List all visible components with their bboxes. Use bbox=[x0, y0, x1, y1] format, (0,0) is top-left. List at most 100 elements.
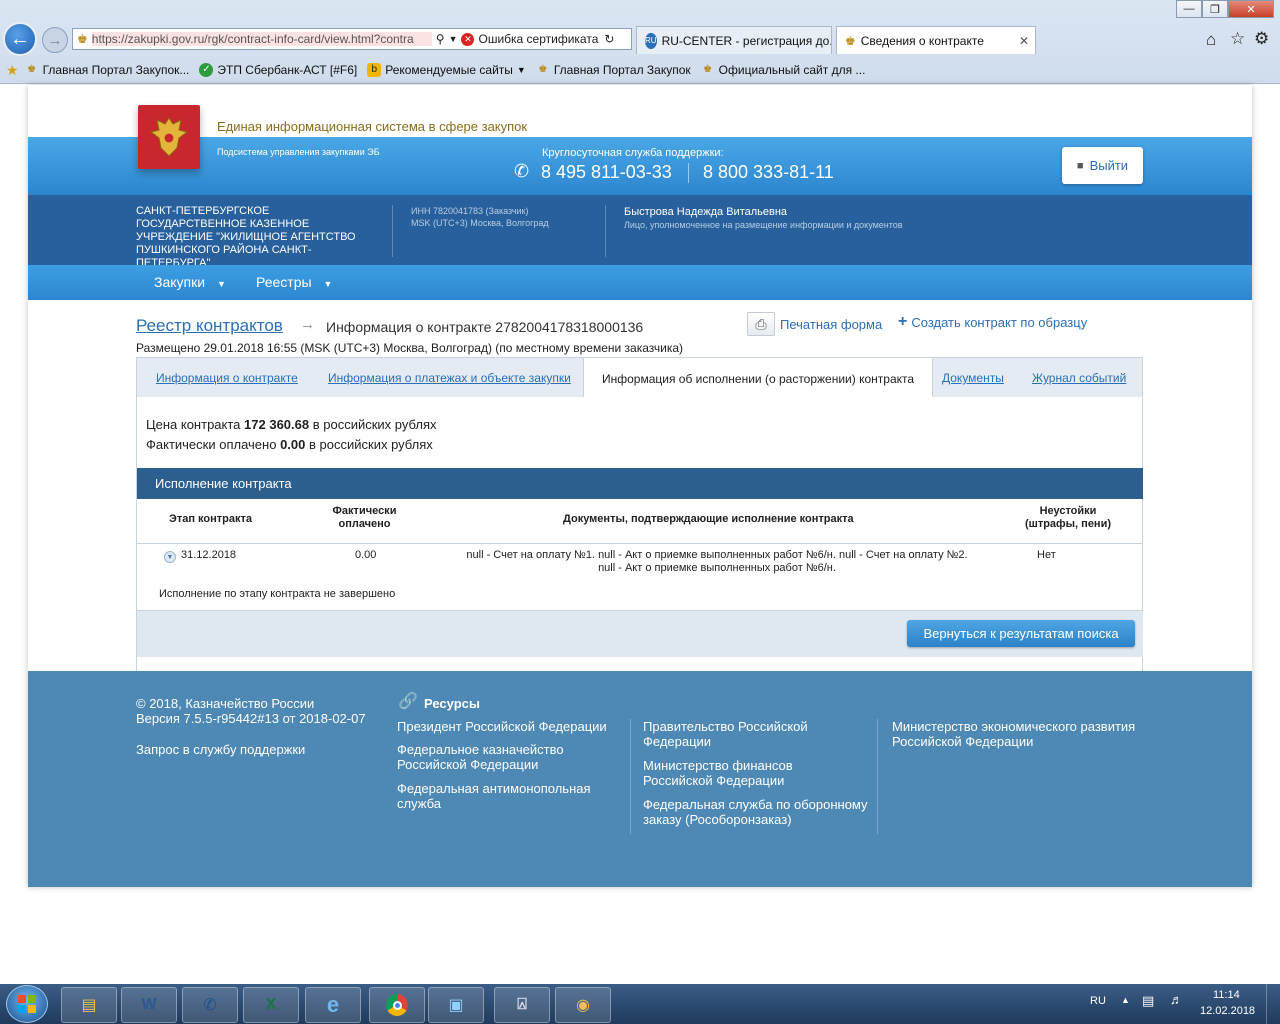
settings-gear-icon[interactable]: ⚙ bbox=[1254, 29, 1269, 49]
paint-icon[interactable]: ◉ bbox=[555, 987, 611, 1023]
favorite-item[interactable]: b Рекомендуемые сайты ▼ bbox=[367, 63, 526, 77]
favorites-star-icon[interactable]: ☆ bbox=[1230, 29, 1245, 49]
back-button[interactable]: ← bbox=[3, 22, 37, 56]
footer-link[interactable]: Министерство финансов Российской Федерац… bbox=[643, 758, 863, 788]
clock-date[interactable]: 12.02.2018 bbox=[1200, 1005, 1255, 1017]
home-icon[interactable]: ⌂ bbox=[1206, 30, 1216, 50]
sberbank-icon: ✓ bbox=[199, 63, 214, 77]
table-header: Этап контракта Фактически оплачено Докум… bbox=[137, 499, 1143, 544]
tab-payments-info[interactable]: Информация о платежах и объекте закупки bbox=[328, 358, 571, 398]
back-to-results-button[interactable]: Вернуться к результатам поиска bbox=[907, 620, 1135, 647]
footer-divider bbox=[877, 719, 878, 834]
user-name: Быстрова Надежда Витальевна bbox=[624, 206, 788, 218]
footer-link[interactable]: Министерство экономического развития Рос… bbox=[892, 719, 1142, 749]
dropdown-icon[interactable]: ▼ bbox=[449, 34, 458, 44]
main-menu: Закупки ▼ Реестры ▼ bbox=[28, 265, 1252, 300]
show-desktop-button[interactable] bbox=[1266, 984, 1280, 1024]
start-button[interactable] bbox=[6, 985, 48, 1023]
col-stage: Этап контракта bbox=[169, 513, 252, 525]
favorite-item[interactable]: ♚ Официальный сайт для ... bbox=[701, 63, 865, 77]
russia-emblem-logo bbox=[138, 105, 200, 169]
logout-button[interactable]: ■ Выйти bbox=[1062, 147, 1143, 184]
minimize-button[interactable]: — bbox=[1176, 0, 1202, 18]
tab-contract-info[interactable]: ♚ Сведения о контракте ✕ bbox=[836, 26, 1036, 54]
language-indicator[interactable]: RU bbox=[1090, 995, 1106, 1007]
volume-icon[interactable]: ♬ bbox=[1170, 992, 1183, 1007]
footer-link[interactable]: Федеральная антимонопольная служба bbox=[397, 781, 617, 811]
maximize-button[interactable]: ❐ bbox=[1202, 0, 1228, 18]
expand-row-icon[interactable]: ▼ bbox=[164, 551, 176, 563]
site-container: Единая информационная система в сфере за… bbox=[28, 85, 1252, 887]
emblem-icon: ♚ bbox=[845, 33, 856, 48]
contract-price-line: Цена контракта 172 360.68 в российских р… bbox=[146, 417, 437, 432]
footer-link[interactable]: Президент Российской Федерации bbox=[397, 719, 617, 734]
chevron-down-icon: ▼ bbox=[216, 279, 226, 289]
link-chain-icon: 🔗 bbox=[398, 693, 418, 710]
url-text[interactable]: https://zakupki.gov.ru/rgk/contract-info… bbox=[91, 32, 432, 46]
create-by-sample-link[interactable]: + Создать контракт по образцу bbox=[898, 313, 1087, 331]
org-divider bbox=[605, 205, 606, 257]
excel-icon[interactable]: X bbox=[243, 987, 299, 1023]
resources-heading: Ресурсы bbox=[424, 696, 480, 711]
refresh-icon[interactable]: ↻ bbox=[604, 32, 614, 46]
tab-contract-info[interactable]: Информация о контракте bbox=[156, 358, 298, 398]
tab-execution-info[interactable]: Информация об исполнении (о расторжении)… bbox=[583, 358, 934, 399]
org-timezone: MSK (UTC+3) Москва, Волгоград bbox=[411, 218, 549, 228]
cert-error-icon[interactable]: ✕ bbox=[461, 32, 475, 46]
favorite-item[interactable]: ♚ Главная Портал Закупок bbox=[536, 63, 690, 77]
network-icon[interactable]: ▤ bbox=[1142, 993, 1154, 1009]
close-window-button[interactable]: ✕ bbox=[1228, 0, 1274, 18]
tab-ru-center[interactable]: RU RU-CENTER - регистрация до... bbox=[636, 26, 832, 54]
row-stage: 31.12.2018 bbox=[181, 549, 237, 561]
chrome-icon[interactable] bbox=[369, 987, 425, 1023]
print-form-button[interactable]: ⎙ Печатная форма bbox=[747, 312, 882, 336]
menu-item-purchases[interactable]: Закупки ▼ bbox=[154, 274, 226, 290]
footer-link[interactable]: Правительство Российской Федерации bbox=[643, 719, 863, 749]
version: Версия 7.5.5-r95442#13 от 2018-02-07 bbox=[136, 711, 366, 726]
row-penalties: Нет bbox=[1037, 549, 1056, 561]
col-docs: Документы, подтверждающие исполнение кон… bbox=[563, 513, 854, 525]
breadcrumb-root-link[interactable]: Реестр контрактов bbox=[136, 316, 283, 336]
cert-error-text[interactable]: Ошибка сертификата bbox=[478, 32, 598, 46]
phone-app-icon[interactable]: ✆ bbox=[182, 987, 238, 1023]
site-header-band: Подсистема управления закупками ЭБ Кругл… bbox=[28, 137, 1252, 195]
row-docs-line2: null - Акт о приемке выполненных работ №… bbox=[598, 562, 836, 574]
image-viewer-icon[interactable]: ▣ bbox=[428, 987, 484, 1023]
bing-icon: b bbox=[367, 63, 382, 77]
clock-time[interactable]: 11:14 bbox=[1213, 989, 1240, 1001]
internet-explorer-icon[interactable]: e bbox=[305, 987, 361, 1023]
tab-event-log[interactable]: Журнал событий bbox=[1032, 358, 1126, 398]
footer-link[interactable]: Федеральная служба по оборонному заказу … bbox=[643, 797, 873, 827]
lock-icon: ■ bbox=[1076, 159, 1084, 172]
scanner-icon[interactable]: ⍓ bbox=[494, 987, 550, 1023]
search-icon[interactable]: ⚲ bbox=[436, 32, 445, 46]
favorite-item[interactable]: ♚ Главная Портал Закупок... bbox=[25, 63, 189, 77]
contract-price-value: 172 360.68 bbox=[244, 417, 310, 432]
org-inn: ИНН 7820041783 (Заказчик) bbox=[411, 206, 529, 216]
file-explorer-icon[interactable]: ▤ bbox=[61, 987, 117, 1023]
footer: © 2018, Казначейство России Версия 7.5.5… bbox=[28, 671, 1252, 887]
forward-button[interactable]: → bbox=[42, 27, 68, 53]
close-tab-icon[interactable]: ✕ bbox=[1019, 34, 1029, 48]
tab-documents[interactable]: Документы bbox=[942, 358, 1004, 398]
ru-center-icon: RU bbox=[645, 32, 657, 49]
word-icon[interactable]: W bbox=[121, 987, 177, 1023]
page-tabs: Информация о контракте Информация о плат… bbox=[136, 357, 1143, 399]
breadcrumb-arrow-icon: → bbox=[300, 316, 315, 333]
favorites-star-icon[interactable]: ★ bbox=[6, 62, 19, 79]
address-bar[interactable]: ♚ https://zakupki.gov.ru/rgk/contract-in… bbox=[72, 28, 632, 50]
show-hidden-icons-icon[interactable]: ▲ bbox=[1121, 995, 1130, 1005]
menu-item-registers[interactable]: Реестры ▼ bbox=[256, 274, 332, 290]
system-title: Единая информационная система в сфере за… bbox=[217, 119, 528, 134]
chevron-down-icon: ▼ bbox=[323, 279, 333, 289]
browser-chrome: ← → ♚ https://zakupki.gov.ru/rgk/contrac… bbox=[0, 0, 1280, 84]
favorite-item[interactable]: ✓ ЭТП Сбербанк-АСТ [#F6] bbox=[199, 63, 357, 77]
support-request-link[interactable]: Запрос в службу поддержки bbox=[136, 742, 305, 757]
subsystem-label: Подсистема управления закупками ЭБ bbox=[217, 147, 380, 157]
stage-status: Исполнение по этапу контракта не заверше… bbox=[159, 588, 396, 600]
taskbar: ▤ W ✆ X e ▣ ⍓ ◉ RU ▲ ▤ ♬ 11:14 12.02.201… bbox=[0, 984, 1280, 1024]
printer-icon: ⎙ bbox=[747, 312, 775, 336]
footer-link[interactable]: Федеральное казначейство Российской Феде… bbox=[397, 742, 617, 772]
site-header-top: Единая информационная система в сфере за… bbox=[28, 85, 1252, 137]
chevron-down-icon: ▼ bbox=[516, 65, 526, 75]
